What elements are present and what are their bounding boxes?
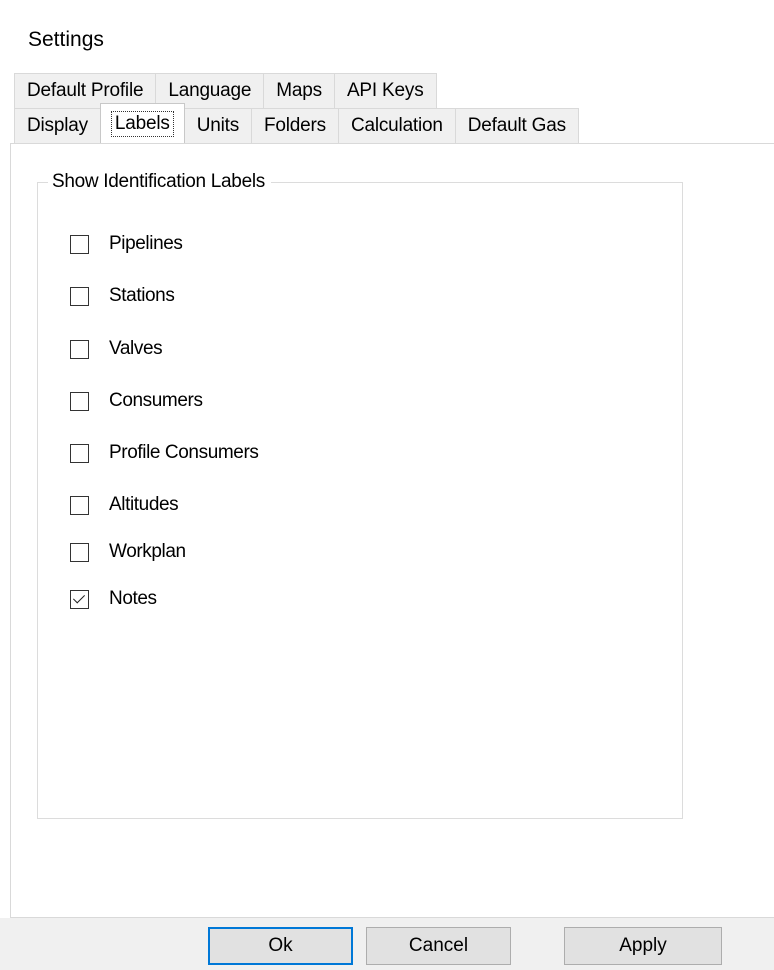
tab-row-front: Display Labels Units Folders Calculation… bbox=[14, 103, 579, 143]
checkbox-label: Stations bbox=[109, 285, 175, 306]
tab-label: Default Profile bbox=[27, 80, 144, 101]
tab-row-back: Default Profile Language Maps API Keys bbox=[14, 73, 437, 108]
stations-checkbox[interactable] bbox=[70, 286, 89, 306]
tab-maps[interactable]: Maps bbox=[263, 73, 335, 108]
tab-api-keys[interactable]: API Keys bbox=[333, 73, 437, 108]
tab-labels[interactable]: Labels bbox=[99, 103, 185, 143]
workplan-checkbox[interactable] bbox=[70, 542, 89, 562]
checkbox-label: Valves bbox=[109, 338, 163, 359]
window-title: Settings bbox=[28, 28, 104, 51]
checkbox-row-pipelines[interactable]: Pipelines bbox=[70, 233, 183, 255]
consumers-checkbox[interactable] bbox=[70, 391, 89, 411]
checkbox-label: Profile Consumers bbox=[109, 442, 259, 463]
tab-units[interactable]: Units bbox=[183, 108, 252, 143]
tab-label: Maps bbox=[276, 80, 322, 101]
checkbox-label: Pipelines bbox=[109, 233, 183, 254]
tab-default-gas[interactable]: Default Gas bbox=[454, 108, 579, 143]
tab-label: Display bbox=[27, 115, 88, 136]
checkbox-row-stations[interactable]: Stations bbox=[70, 285, 175, 307]
tab-calculation[interactable]: Calculation bbox=[337, 108, 456, 143]
checkbox-row-valves[interactable]: Valves bbox=[70, 338, 163, 360]
tab-folders[interactable]: Folders bbox=[251, 108, 339, 143]
profile-consumers-checkbox[interactable] bbox=[70, 443, 89, 463]
tab-display[interactable]: Display bbox=[14, 108, 101, 143]
ok-button[interactable]: Ok bbox=[208, 927, 353, 965]
checkbox-row-consumers[interactable]: Consumers bbox=[70, 390, 203, 412]
tab-label: Default Gas bbox=[467, 115, 566, 136]
notes-checkbox[interactable] bbox=[70, 589, 89, 609]
tab-label: Labels bbox=[110, 110, 174, 137]
tab-label: Folders bbox=[264, 115, 326, 136]
apply-button[interactable]: Apply bbox=[564, 927, 722, 965]
pipelines-checkbox[interactable] bbox=[70, 234, 89, 254]
valves-checkbox[interactable] bbox=[70, 339, 89, 359]
group-title: Show Identification Labels bbox=[48, 171, 271, 193]
checkbox-row-profile-consumers[interactable]: Profile Consumers bbox=[70, 442, 259, 464]
tab-label: API Keys bbox=[346, 80, 424, 101]
checkbox-label: Consumers bbox=[109, 390, 203, 411]
checkbox-label: Workplan bbox=[109, 541, 186, 562]
checkbox-label: Notes bbox=[109, 588, 157, 609]
checkbox-label: Altitudes bbox=[109, 494, 179, 515]
cancel-button[interactable]: Cancel bbox=[366, 927, 511, 965]
tab-label: Language bbox=[168, 80, 252, 101]
checkbox-row-notes[interactable]: Notes bbox=[70, 588, 157, 610]
checkbox-row-altitudes[interactable]: Altitudes bbox=[70, 494, 179, 516]
tab-label: Calculation bbox=[350, 115, 443, 136]
tab-label: Units bbox=[196, 115, 239, 136]
dialog-button-bar: Ok Cancel Apply bbox=[0, 918, 774, 970]
checkbox-row-workplan[interactable]: Workplan bbox=[70, 541, 186, 563]
labels-tab-page: Show Identification Labels Pipelines Sta… bbox=[10, 143, 774, 918]
identification-labels-group: Show Identification Labels Pipelines Sta… bbox=[37, 171, 683, 819]
altitudes-checkbox[interactable] bbox=[70, 495, 89, 515]
